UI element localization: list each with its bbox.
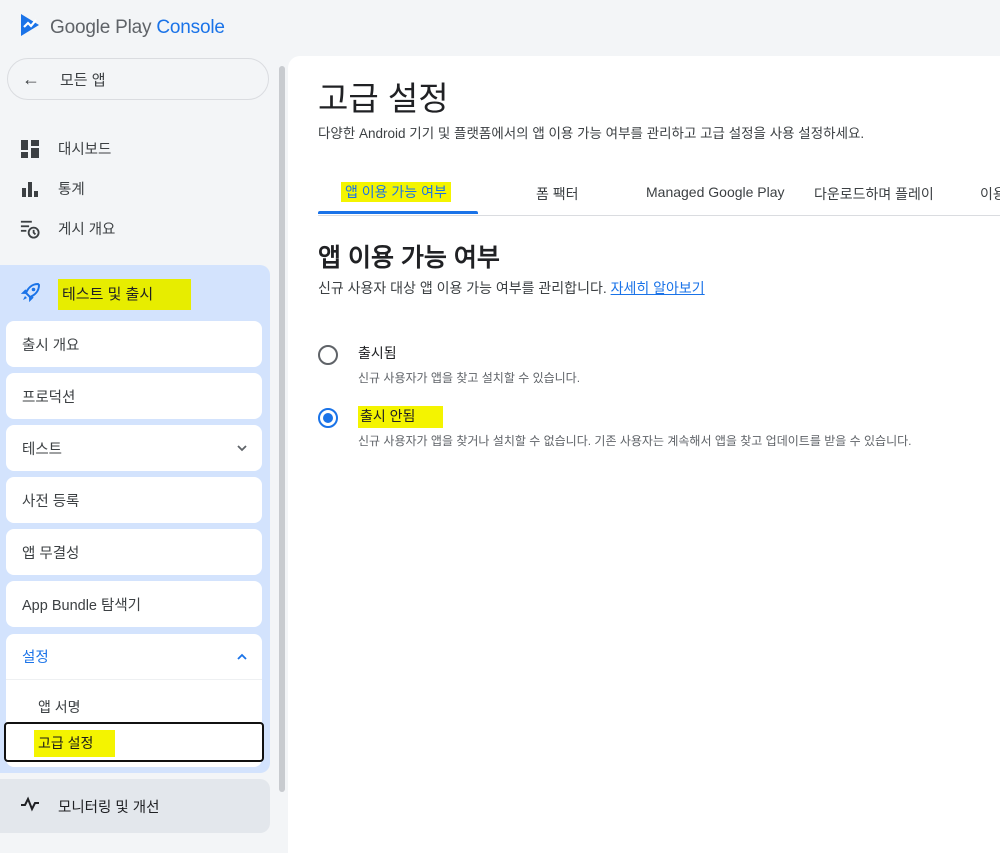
page-description: 다양한 Android 기기 및 플랫폼에서의 앱 이용 가능 여부를 관리하고… (318, 126, 865, 141)
chevron-up-icon[interactable] (236, 649, 248, 665)
radio-unpublished[interactable] (318, 408, 338, 428)
radio-published[interactable] (318, 345, 338, 365)
active-tab-indicator (318, 211, 478, 214)
advanced-settings-label: 고급 설정 (34, 730, 116, 757)
sidebar-item-app-integrity[interactable]: 앱 무결성 (6, 529, 262, 575)
sidebar-item-label: 테스트 (22, 441, 63, 458)
tab-label: 앱 이용 가능 여부 (341, 182, 451, 202)
sidebar-item-release-overview[interactable]: 출시 개요 (6, 321, 262, 367)
sidebar-item-label: 대시보드 (58, 142, 112, 158)
option-unpublished[interactable]: 출시 안됨 신규 사용자가 앱을 찾거나 설치할 수 없습니다. 기존 사용자는… (318, 406, 911, 449)
sidebar-item-label: 프로덕션 (22, 389, 76, 406)
tab-more[interactable]: 이용 (980, 184, 1000, 204)
sidebar-item-publishing-overview[interactable]: 게시 개요 (20, 218, 115, 239)
sidebar-item-app-bundle-explorer[interactable]: App Bundle 탐색기 (6, 581, 262, 627)
all-apps-back-button[interactable]: ← 모든 앱 (7, 58, 269, 100)
all-apps-label: 모든 앱 (60, 71, 106, 89)
settings-label: 설정 (22, 650, 49, 666)
play-console-logo[interactable]: Google Play Console (18, 12, 225, 43)
sidebar-item-production[interactable]: 프로덕션 (6, 373, 262, 419)
sidebar: ← 모든 앱 대시보드 통계 게시 개요 테스트 및 출시 출시 개요 프로덕션 (0, 56, 285, 853)
sidebar-item-label: 모니터링 및 개선 (58, 799, 160, 816)
sidebar-item-advanced-settings[interactable]: 고급 설정 (4, 722, 264, 762)
publishing-overview-icon (20, 219, 40, 239)
tab-play-as-you-download[interactable]: 다운로드하며 플레이 (814, 184, 934, 204)
sidebar-item-dashboard[interactable]: 대시보드 (20, 138, 111, 159)
tab-managed-google-play[interactable]: Managed Google Play (646, 184, 785, 200)
option-help: 신규 사용자가 앱을 찾거나 설치할 수 없습니다. 기존 사용자는 계속해서 … (358, 434, 912, 448)
test-release-label: 테스트 및 출시 (58, 279, 192, 310)
sidebar-item-settings[interactable]: 설정 (6, 634, 262, 680)
arrow-back-icon: ← (22, 68, 40, 89)
option-help: 신규 사용자가 앱을 찾고 설치할 수 있습니다. (358, 371, 581, 385)
tab-label: 폼 팩터 (536, 186, 579, 202)
sidebar-item-statistics[interactable]: 통계 (20, 178, 85, 199)
bar-chart-icon (20, 179, 40, 199)
tab-label: 이용 (980, 186, 1000, 202)
sidebar-item-monitor-improve[interactable]: 모니터링 및 개선 (0, 779, 270, 833)
top-bar: Google Play Console (0, 0, 1000, 56)
tab-app-availability[interactable]: 앱 이용 가능 여부 (341, 182, 451, 202)
sidebar-scrollbar[interactable] (279, 66, 285, 792)
tab-label: Managed Google Play (646, 184, 785, 200)
sidebar-item-label: 출시 개요 (22, 337, 80, 354)
rocket-icon (20, 281, 42, 308)
option-published[interactable]: 출시됨 신규 사용자가 앱을 찾고 설치할 수 있습니다. (318, 343, 580, 386)
sidebar-item-app-signing[interactable]: 앱 서명 (38, 697, 81, 717)
tab-form-factors[interactable]: 폼 팩터 (536, 184, 579, 204)
sidebar-item-pre-registration[interactable]: 사전 등록 (6, 477, 262, 523)
learn-more-link[interactable]: 자세히 알아보기 (611, 280, 705, 296)
tab-label: 다운로드하며 플레이 (814, 186, 934, 202)
section-description: 신규 사용자 대상 앱 이용 가능 여부를 관리합니다. 자세히 알아보기 (318, 280, 705, 296)
monitoring-icon (20, 796, 40, 816)
sidebar-item-label: App Bundle 탐색기 (22, 597, 142, 614)
option-label: 출시 안됨 (358, 406, 911, 428)
logo-text: Google Play Console (50, 16, 225, 38)
page-title: 고급 설정 (318, 80, 449, 117)
chevron-down-icon[interactable] (236, 440, 248, 456)
test-release-panel: 테스트 및 출시 출시 개요 프로덕션 테스트 사전 등록 앱 무결성 App … (0, 265, 270, 773)
sidebar-item-label: 사전 등록 (22, 493, 80, 510)
play-console-logo-icon (18, 12, 42, 43)
tab-bar: 앱 이용 가능 여부 폼 팩터 Managed Google Play 다운로드… (318, 174, 1000, 216)
option-label: 출시됨 (358, 345, 397, 361)
main-content: 고급 설정 다양한 Android 기기 및 플랫폼에서의 앱 이용 가능 여부… (288, 56, 1000, 853)
sidebar-item-testing[interactable]: 테스트 (6, 425, 262, 471)
sidebar-item-label: 게시 개요 (58, 222, 116, 238)
section-title: 앱 이용 가능 여부 (318, 244, 500, 272)
sidebar-item-label: 앱 무결성 (22, 545, 80, 562)
sidebar-item-label: 앱 서명 (38, 699, 81, 715)
sidebar-item-test-release[interactable]: 테스트 및 출시 (20, 279, 192, 310)
dashboard-icon (20, 139, 40, 159)
sidebar-item-label: 통계 (58, 182, 85, 198)
